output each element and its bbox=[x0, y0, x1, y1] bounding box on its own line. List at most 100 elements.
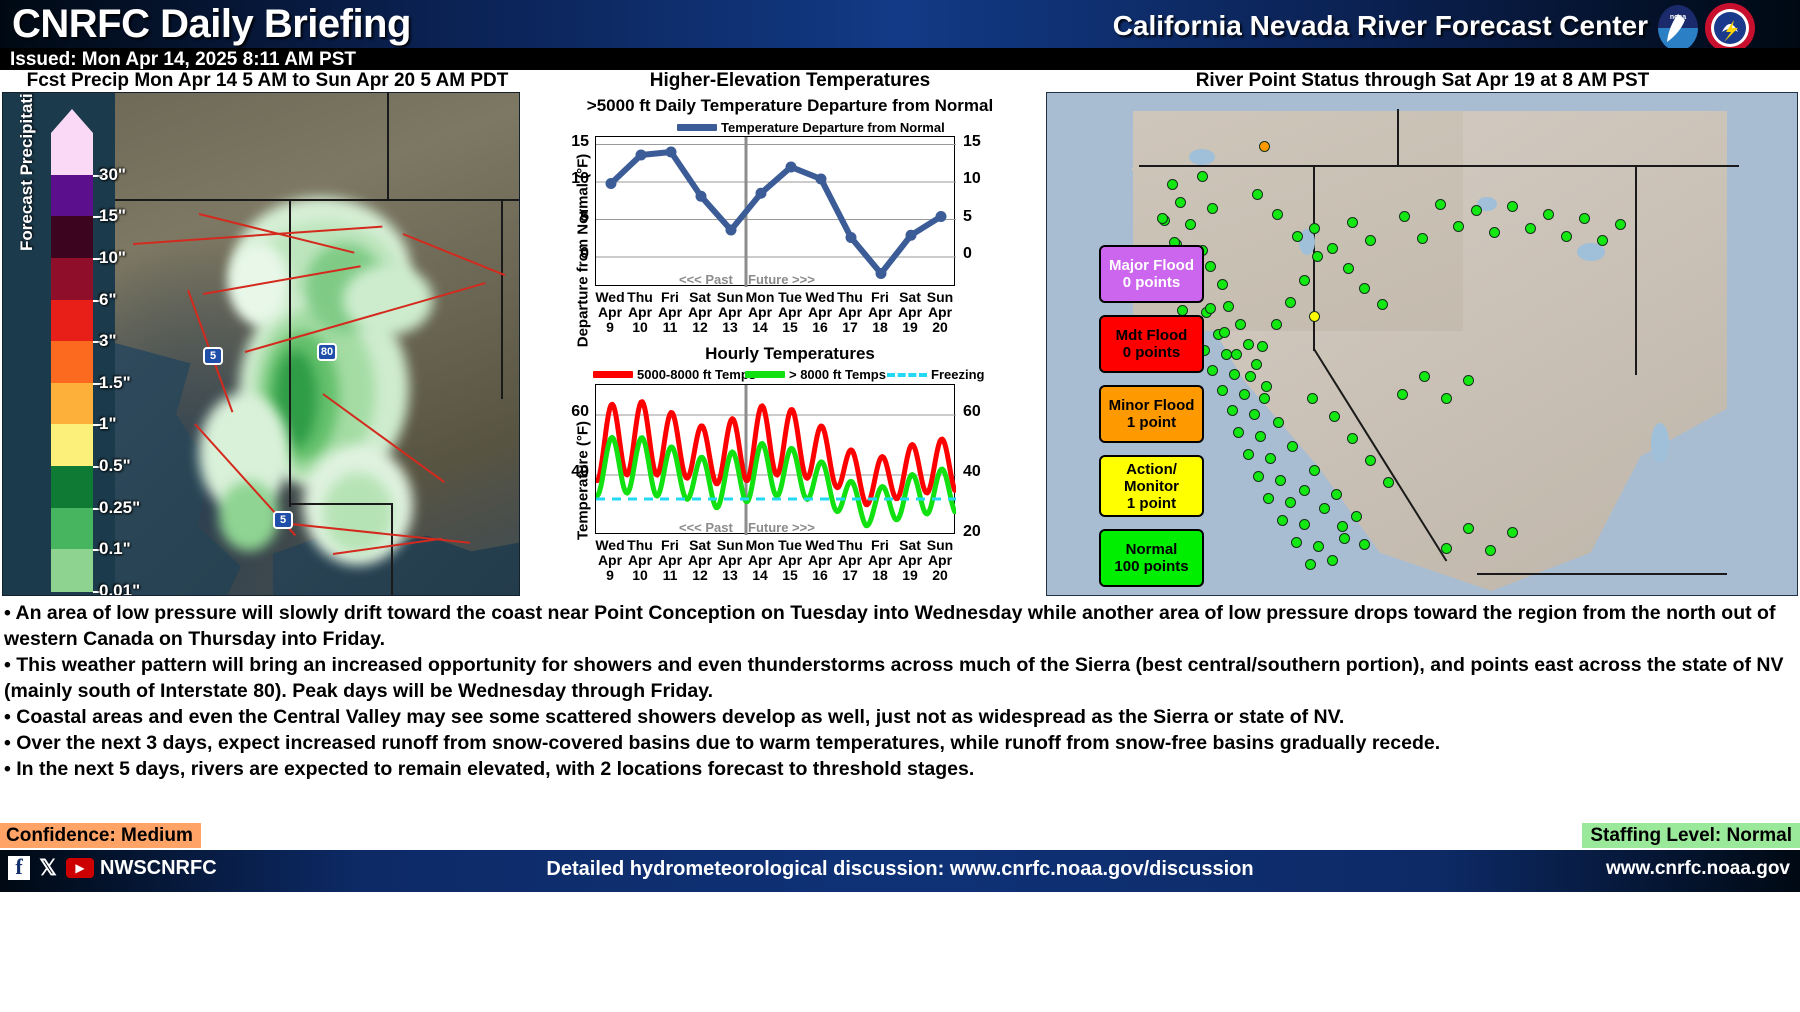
river-point-normal[interactable] bbox=[1299, 275, 1310, 286]
river-point-normal[interactable] bbox=[1507, 201, 1518, 212]
river-point-normal[interactable] bbox=[1243, 339, 1254, 350]
river-point-normal[interactable] bbox=[1307, 393, 1318, 404]
discussion-link[interactable]: Detailed hydrometeorological discussion:… bbox=[0, 858, 1800, 881]
river-point-normal[interactable] bbox=[1331, 489, 1342, 500]
river-point-normal[interactable] bbox=[1255, 431, 1266, 442]
river-point-normal[interactable] bbox=[1489, 227, 1500, 238]
river-point-normal[interactable] bbox=[1205, 303, 1216, 314]
river-point-normal[interactable] bbox=[1453, 221, 1464, 232]
river-point-normal[interactable] bbox=[1343, 263, 1354, 274]
precip-forecast-map[interactable]: 80 5 5 10 Forecast Precipitation (in) 30… bbox=[2, 92, 520, 596]
river-point-normal[interactable] bbox=[1359, 539, 1370, 550]
river-point-normal[interactable] bbox=[1207, 365, 1218, 376]
river-point-normal[interactable] bbox=[1239, 389, 1250, 400]
river-point-normal[interactable] bbox=[1223, 301, 1234, 312]
river-point-normal[interactable] bbox=[1229, 369, 1240, 380]
river-point-normal[interactable] bbox=[1271, 319, 1282, 330]
river-point-normal[interactable] bbox=[1253, 471, 1264, 482]
river-point-normal[interactable] bbox=[1312, 251, 1323, 262]
river-point-normal[interactable] bbox=[1231, 349, 1242, 360]
river-point-normal[interactable] bbox=[1261, 381, 1272, 392]
river-point-normal[interactable] bbox=[1197, 171, 1208, 182]
river-point-normal[interactable] bbox=[1507, 527, 1518, 538]
river-point-normal[interactable] bbox=[1251, 359, 1262, 370]
river-point-normal[interactable] bbox=[1441, 543, 1452, 554]
river-point-normal[interactable] bbox=[1175, 197, 1186, 208]
river-point-normal[interactable] bbox=[1235, 319, 1246, 330]
river-point-normal[interactable] bbox=[1347, 433, 1358, 444]
river-point-normal[interactable] bbox=[1305, 559, 1316, 570]
legend-major-flood[interactable]: Major Flood 0 points bbox=[1099, 245, 1204, 303]
river-point-normal[interactable] bbox=[1185, 219, 1196, 230]
river-point-normal[interactable] bbox=[1252, 189, 1263, 200]
river-point-normal[interactable] bbox=[1327, 555, 1338, 566]
river-point-normal[interactable] bbox=[1419, 371, 1430, 382]
river-point-normal[interactable] bbox=[1205, 261, 1216, 272]
river-point-normal[interactable] bbox=[1265, 453, 1276, 464]
river-point-normal[interactable] bbox=[1275, 475, 1286, 486]
river-point-normal[interactable] bbox=[1337, 521, 1348, 532]
river-point-minor-flood[interactable] bbox=[1259, 141, 1270, 152]
river-point-normal[interactable] bbox=[1263, 493, 1274, 504]
river-point-normal[interactable] bbox=[1441, 393, 1452, 404]
legend-mdt-flood[interactable]: Mdt Flood 0 points bbox=[1099, 315, 1204, 373]
river-point-normal[interactable] bbox=[1277, 515, 1288, 526]
river-point-normal[interactable] bbox=[1259, 393, 1270, 404]
river-point-normal[interactable] bbox=[1397, 389, 1408, 400]
river-point-status-map[interactable]: Major Flood 0 points Mdt Flood 0 points … bbox=[1046, 92, 1798, 596]
river-point-normal[interactable] bbox=[1313, 541, 1324, 552]
river-point-normal[interactable] bbox=[1272, 209, 1283, 220]
river-point-normal[interactable] bbox=[1463, 523, 1474, 534]
river-point-normal[interactable] bbox=[1435, 199, 1446, 210]
river-point-normal[interactable] bbox=[1285, 297, 1296, 308]
river-point-normal[interactable] bbox=[1249, 409, 1260, 420]
river-point-normal[interactable] bbox=[1219, 327, 1230, 338]
river-point-normal[interactable] bbox=[1309, 223, 1320, 234]
river-point-normal[interactable] bbox=[1291, 537, 1302, 548]
river-point-normal[interactable] bbox=[1399, 211, 1410, 222]
river-point-normal[interactable] bbox=[1471, 205, 1482, 216]
river-point-normal[interactable] bbox=[1347, 217, 1358, 228]
legend-minor-flood[interactable]: Minor Flood 1 point bbox=[1099, 385, 1204, 443]
river-point-normal[interactable] bbox=[1217, 385, 1228, 396]
river-point-normal[interactable] bbox=[1543, 209, 1554, 220]
river-point-normal[interactable] bbox=[1273, 417, 1284, 428]
river-point-normal[interactable] bbox=[1339, 533, 1350, 544]
river-point-normal[interactable] bbox=[1287, 441, 1298, 452]
river-point-normal[interactable] bbox=[1417, 233, 1428, 244]
river-point-normal[interactable] bbox=[1359, 283, 1370, 294]
river-point-normal[interactable] bbox=[1309, 465, 1320, 476]
river-point-normal[interactable] bbox=[1207, 203, 1218, 214]
river-point-normal[interactable] bbox=[1299, 485, 1310, 496]
river-point-normal[interactable] bbox=[1285, 497, 1296, 508]
river-point-normal[interactable] bbox=[1561, 231, 1572, 242]
river-point-normal[interactable] bbox=[1257, 341, 1268, 352]
river-point-normal[interactable] bbox=[1579, 213, 1590, 224]
river-point-normal[interactable] bbox=[1365, 235, 1376, 246]
river-point-normal[interactable] bbox=[1327, 243, 1338, 254]
river-point-normal[interactable] bbox=[1365, 455, 1376, 466]
river-point-normal[interactable] bbox=[1485, 545, 1496, 556]
river-point-normal[interactable] bbox=[1377, 299, 1388, 310]
river-point-normal[interactable] bbox=[1351, 511, 1362, 522]
legend-action-monitor[interactable]: Action/ Monitor 1 point bbox=[1099, 455, 1204, 517]
river-point-normal[interactable] bbox=[1292, 231, 1303, 242]
river-point-normal[interactable] bbox=[1463, 375, 1474, 386]
river-point-normal[interactable] bbox=[1245, 371, 1256, 382]
river-point-normal[interactable] bbox=[1597, 235, 1608, 246]
river-point-normal[interactable] bbox=[1299, 519, 1310, 530]
website-link[interactable]: www.cnrfc.noaa.gov bbox=[1606, 858, 1790, 880]
river-point-normal[interactable] bbox=[1227, 405, 1238, 416]
river-point-normal[interactable] bbox=[1217, 279, 1228, 290]
departure-chart-plot[interactable] bbox=[595, 136, 956, 287]
river-point-normal[interactable] bbox=[1525, 223, 1536, 234]
hourly-chart-plot[interactable] bbox=[595, 384, 956, 535]
river-point-normal[interactable] bbox=[1615, 219, 1626, 230]
river-point-normal[interactable] bbox=[1233, 427, 1244, 438]
river-point-normal[interactable] bbox=[1167, 179, 1178, 190]
river-point-action-monitor[interactable] bbox=[1309, 311, 1320, 322]
river-point-normal[interactable] bbox=[1157, 213, 1168, 224]
river-point-normal[interactable] bbox=[1243, 449, 1254, 460]
river-point-normal[interactable] bbox=[1383, 477, 1394, 488]
legend-normal[interactable]: Normal 100 points bbox=[1099, 529, 1204, 587]
